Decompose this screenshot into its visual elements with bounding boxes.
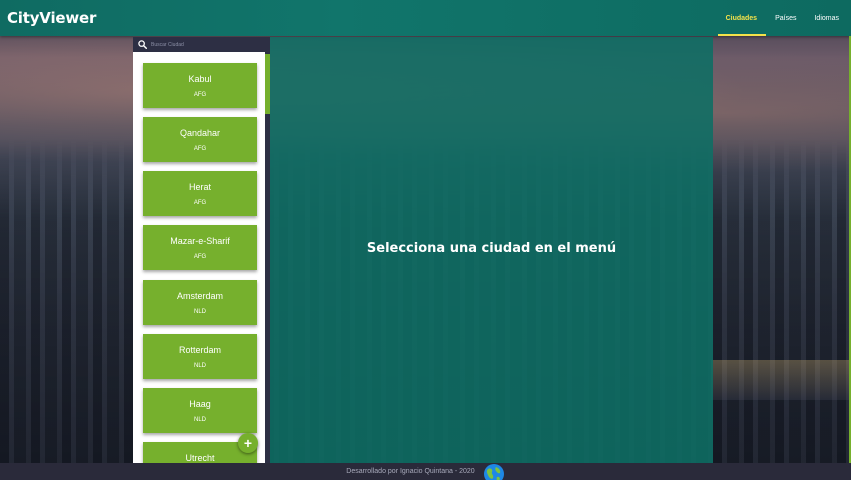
city-name: Haag xyxy=(189,399,211,409)
city-card[interactable]: Mazar-e-Sharif AFG xyxy=(143,225,257,270)
city-card[interactable]: Rotterdam NLD xyxy=(143,334,257,379)
nav-ciudades[interactable]: Ciudades xyxy=(717,0,766,36)
top-navbar: CityViewer Ciudades Países Idiomas xyxy=(0,0,851,36)
city-name: Herat xyxy=(188,182,211,192)
footer: Desarrollado por Ignacio Quintana - 2020 xyxy=(0,463,851,480)
city-name: Amsterdam xyxy=(176,291,223,301)
globe-icon xyxy=(483,463,504,480)
empty-state-message: Selecciona una ciudad en el menú xyxy=(366,241,617,256)
city-card[interactable]: Kabul AFG xyxy=(143,63,257,108)
city-code: AFG xyxy=(193,92,207,98)
city-code: NLD xyxy=(193,363,206,369)
add-city-button[interactable]: + xyxy=(238,433,258,453)
search-icon xyxy=(138,40,147,49)
city-list: Kabul AFG Qandahar AFG Herat AFG Mazar-e… xyxy=(133,52,265,463)
city-name: Qandahar xyxy=(179,128,221,138)
city-sidebar: Kabul AFG Qandahar AFG Herat AFG Mazar-e… xyxy=(133,37,270,463)
city-name: Utrecht xyxy=(185,453,215,463)
search-input[interactable] xyxy=(151,41,261,48)
city-code: AFG xyxy=(193,146,207,152)
city-code: AFG xyxy=(193,254,207,260)
city-code: AFG xyxy=(193,200,207,206)
city-card[interactable]: Qandahar AFG xyxy=(143,117,257,162)
main-panel: Selecciona una ciudad en el menú xyxy=(270,37,713,463)
city-card[interactable]: Haag NLD xyxy=(143,388,257,433)
city-code: NLD xyxy=(193,309,206,315)
nav-idiomas[interactable]: Idiomas xyxy=(814,0,839,36)
city-name: Mazar-e-Sharif xyxy=(170,236,230,246)
nav-paises[interactable]: Países xyxy=(775,0,796,36)
app-title[interactable]: CityViewer xyxy=(7,9,96,27)
city-card[interactable]: Herat AFG xyxy=(143,171,257,216)
city-name: Rotterdam xyxy=(178,345,222,355)
city-name: Kabul xyxy=(188,74,212,84)
search-bar xyxy=(133,37,270,52)
background-river xyxy=(711,360,851,400)
main-nav: Ciudades Países Idiomas xyxy=(708,0,839,36)
city-card[interactable]: Amsterdam NLD xyxy=(143,280,257,325)
city-code: NLD xyxy=(193,417,206,423)
footer-credit: Desarrollado por Ignacio Quintana - 2020 xyxy=(346,468,475,475)
